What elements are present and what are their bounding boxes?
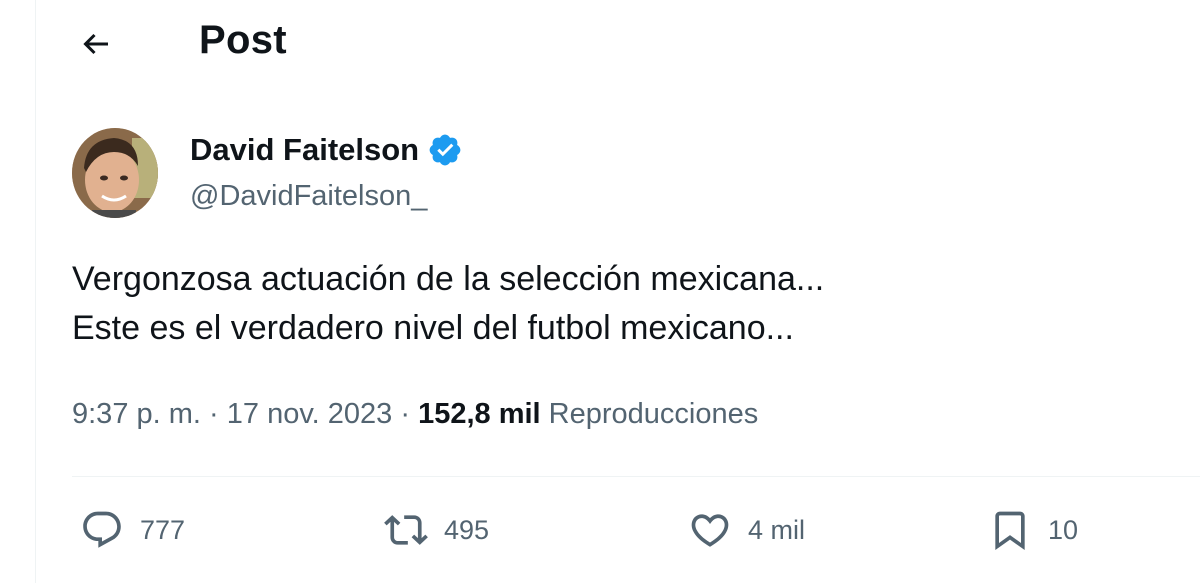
post-text: Vergonzosa actuación de la selección mex… xyxy=(72,255,824,353)
repost-button[interactable]: 495 xyxy=(384,508,489,552)
page-title: Post xyxy=(199,18,287,62)
reply-count: 777 xyxy=(140,514,186,545)
meta-separator: · xyxy=(392,398,419,430)
post-text-line: Vergonzosa actuación de la selección mex… xyxy=(72,260,825,298)
avatar[interactable] xyxy=(72,128,158,218)
divider xyxy=(72,476,1200,477)
post-meta: 9:37 p. m. · 17 nov. 2023 · 152,8 mil Re… xyxy=(72,398,758,431)
repost-count: 495 xyxy=(444,514,490,545)
post-time[interactable]: 9:37 p. m. xyxy=(72,398,201,431)
views-count: 152,8 mil xyxy=(418,398,541,430)
bookmark-count: 10 xyxy=(1048,514,1079,545)
like-button[interactable]: 4 mil xyxy=(688,508,805,552)
arrow-left-icon xyxy=(83,33,108,55)
verified-badge-icon xyxy=(429,134,461,166)
reply-icon xyxy=(83,511,121,548)
heart-icon xyxy=(691,514,729,547)
like-count: 4 mil xyxy=(748,514,806,545)
author-handle[interactable]: @DavidFaitelson_ xyxy=(190,180,427,213)
bookmark-icon xyxy=(995,511,1025,551)
views-label: Reproducciones xyxy=(548,398,759,430)
repost-icon xyxy=(384,515,428,545)
reply-button[interactable]: 777 xyxy=(80,508,185,552)
column-border xyxy=(35,0,36,583)
back-button[interactable] xyxy=(72,22,120,66)
author-name-row: David Faitelson xyxy=(190,132,463,168)
post-date[interactable]: 17 nov. 2023 xyxy=(227,398,393,431)
meta-separator: · xyxy=(200,398,227,430)
bookmark-button[interactable]: 10 xyxy=(988,508,1078,552)
post-text-line: Este es el verdadero nivel del futbol me… xyxy=(72,309,794,347)
author-name[interactable]: David Faitelson xyxy=(190,132,419,168)
